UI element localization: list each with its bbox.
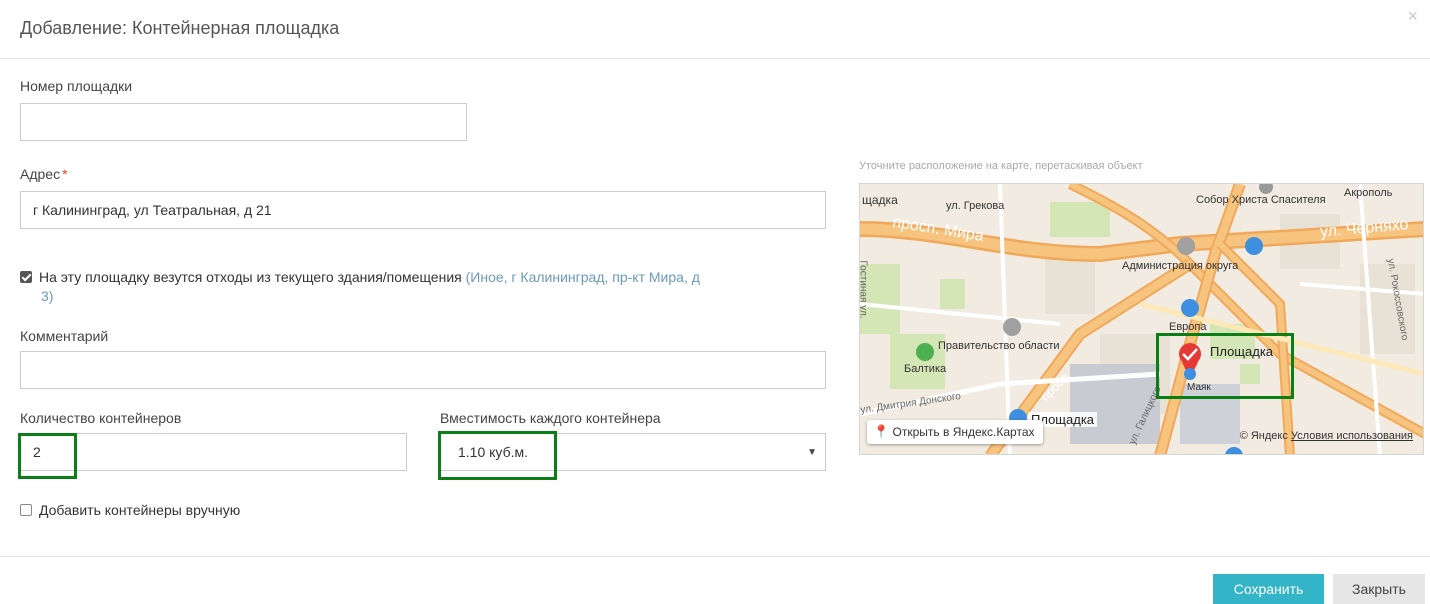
map-label-grekova: ул. Грекова bbox=[946, 200, 1005, 212]
address-label: Адрес * bbox=[20, 166, 68, 182]
map-terms-link[interactable]: Условия использования bbox=[1291, 430, 1413, 442]
waste-building-link-cont[interactable]: 3) bbox=[41, 288, 53, 304]
dialog-header: Добавление: Контейнерная площадка × bbox=[0, 0, 1430, 59]
required-marker: * bbox=[62, 166, 68, 182]
platform-number-input[interactable] bbox=[20, 103, 467, 141]
close-button[interactable]: Закрыть bbox=[1333, 574, 1425, 604]
capacity-select[interactable]: 1.10 куб.м. ▼ bbox=[440, 433, 826, 471]
map-label-europa: Европа bbox=[1169, 321, 1207, 333]
waste-checkbox-label: На эту площадку везутся отходы из текуще… bbox=[39, 269, 462, 285]
capacity-value: 1.10 куб.м. bbox=[458, 444, 528, 460]
containers-count-value: 2 bbox=[33, 444, 41, 460]
yandex-map[interactable]: щадка ул. Грекова Собор Христа Спасителя… bbox=[859, 183, 1424, 455]
address-value: г Калининград, ул Театральная, д 21 bbox=[33, 202, 272, 218]
dropdown-arrow-icon: ▼ bbox=[807, 447, 817, 458]
open-yandex-maps-button[interactable]: 📍 Открыть в Яндекс.Картах bbox=[867, 420, 1043, 444]
map-label-gostinaya: Гостиная ул. bbox=[859, 260, 869, 319]
save-button[interactable]: Сохранить bbox=[1213, 574, 1324, 604]
platform-number-label: Номер площадки bbox=[20, 78, 133, 94]
map-copyright-text: © Яндекс bbox=[1239, 430, 1288, 442]
map-label-square: щадка bbox=[862, 193, 898, 207]
map-label-baltika: Балтика bbox=[904, 363, 947, 375]
map-label-sobor: Собор Христа Спасителя bbox=[1196, 194, 1326, 206]
waste-checkbox[interactable] bbox=[20, 271, 32, 283]
open-yandex-maps-label: Открыть в Яндекс.Картах bbox=[892, 425, 1035, 439]
comment-input[interactable] bbox=[20, 351, 826, 389]
comment-label: Комментарий bbox=[20, 328, 109, 344]
map-copyright: © Яндекс Условия использования bbox=[1240, 430, 1413, 442]
map-pin-icon: 📍 bbox=[873, 424, 890, 439]
address-label-text: Адрес bbox=[20, 166, 61, 182]
manual-checkbox-label: Добавить контейнеры вручную bbox=[39, 502, 241, 518]
capacity-label: Вместимость каждого контейнера bbox=[440, 410, 661, 426]
map-hint: Уточните расположение на карте, перетаск… bbox=[859, 160, 1143, 172]
close-icon[interactable]: × bbox=[1407, 6, 1418, 27]
map-label-pravitelstvo: Правительство области bbox=[938, 340, 1060, 352]
manual-checkbox[interactable] bbox=[20, 504, 32, 516]
address-input[interactable]: г Калининград, ул Театральная, д 21 bbox=[20, 191, 826, 229]
map-label-akropol: Акрополь bbox=[1344, 187, 1393, 199]
footer-divider bbox=[0, 556, 1430, 557]
waste-checkbox-row[interactable]: На эту площадку везутся отходы из текуще… bbox=[20, 268, 830, 306]
map-label-administration: Администрация округа bbox=[1122, 260, 1239, 272]
dialog-title: Добавление: Контейнерная площадка bbox=[20, 18, 340, 38]
placemark-label[interactable]: Площадка bbox=[1210, 344, 1273, 359]
map-label-mayak: Маяк bbox=[1187, 382, 1211, 393]
containers-count-input[interactable]: 2 bbox=[20, 433, 407, 471]
containers-count-label: Количество контейнеров bbox=[20, 410, 182, 426]
waste-building-link[interactable]: (Иное, г Калининград, пр-кт Мира, д bbox=[466, 269, 700, 285]
manual-checkbox-row[interactable]: Добавить контейнеры вручную bbox=[20, 501, 240, 520]
